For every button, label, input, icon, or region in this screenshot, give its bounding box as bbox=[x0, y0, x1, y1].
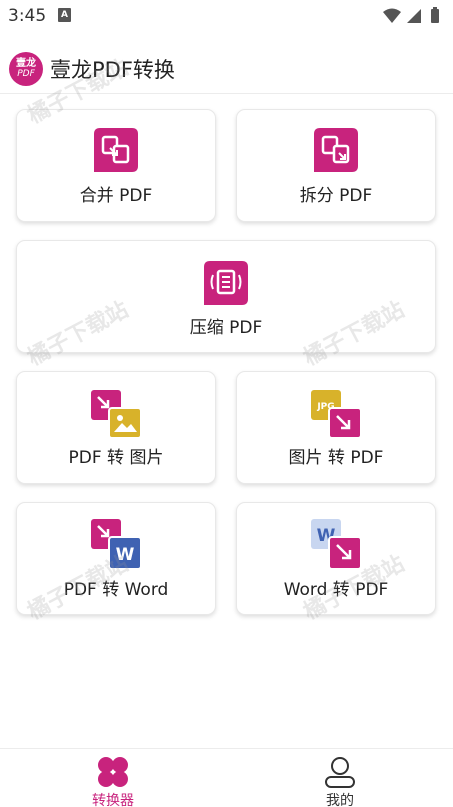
bottom-nav: 转换器 我的 bbox=[0, 748, 453, 807]
nav-converter-label: 转换器 bbox=[92, 793, 134, 807]
image-to-pdf-card[interactable]: JPG 图片 转 PDF bbox=[236, 371, 436, 484]
split-pdf-label: 拆分 PDF bbox=[299, 186, 373, 206]
status-indicators-icon bbox=[383, 7, 439, 23]
pdf-to-word-label: PDF 转 Word bbox=[63, 580, 169, 600]
word-to-pdf-icon: W bbox=[311, 519, 362, 570]
nav-converter[interactable]: 转换器 bbox=[0, 749, 226, 807]
merge-pdf-icon bbox=[94, 128, 138, 172]
pdf-to-image-label: PDF 转 图片 bbox=[68, 448, 164, 468]
nav-mine[interactable]: 我的 bbox=[227, 749, 453, 807]
image-to-pdf-label: 图片 转 PDF bbox=[288, 448, 384, 468]
compress-pdf-label: 压缩 PDF bbox=[189, 318, 263, 338]
split-pdf-card[interactable]: 拆分 PDF bbox=[236, 109, 436, 222]
compress-pdf-icon bbox=[204, 261, 248, 305]
pdf-to-image-card[interactable]: PDF 转 图片 bbox=[16, 371, 216, 484]
wifi-icon bbox=[383, 8, 401, 23]
nav-mine-label: 我的 bbox=[326, 793, 354, 807]
word-to-pdf-label: Word 转 PDF bbox=[283, 580, 389, 600]
app-header: 壹龙 PDF 壹龙PDF转换 bbox=[0, 44, 453, 94]
merge-pdf-card[interactable]: 合并 PDF bbox=[16, 109, 216, 222]
compress-pdf-card[interactable]: 压缩 PDF bbox=[16, 240, 436, 353]
image-to-pdf-icon: JPG bbox=[311, 390, 362, 439]
merge-pdf-label: 合并 PDF bbox=[79, 186, 153, 206]
word-to-pdf-card[interactable]: W Word 转 PDF bbox=[236, 502, 436, 615]
pdf-to-word-icon: W bbox=[91, 519, 142, 570]
status-time: 3:45 bbox=[8, 6, 47, 26]
split-pdf-icon bbox=[314, 128, 358, 172]
status-bar: 3:45 A bbox=[0, 0, 453, 32]
notification-icon: A bbox=[58, 8, 71, 22]
pdf-to-word-card[interactable]: W PDF 转 Word bbox=[16, 502, 216, 615]
pdf-to-image-icon bbox=[91, 390, 142, 439]
app-title: 壹龙PDF转换 bbox=[50, 58, 175, 82]
signal-icon bbox=[407, 9, 421, 23]
svg-text:W: W bbox=[116, 545, 135, 565]
battery-icon bbox=[431, 9, 439, 23]
converter-icon bbox=[98, 757, 128, 787]
app-logo: 壹龙 PDF bbox=[9, 52, 43, 86]
user-icon bbox=[325, 757, 355, 788]
